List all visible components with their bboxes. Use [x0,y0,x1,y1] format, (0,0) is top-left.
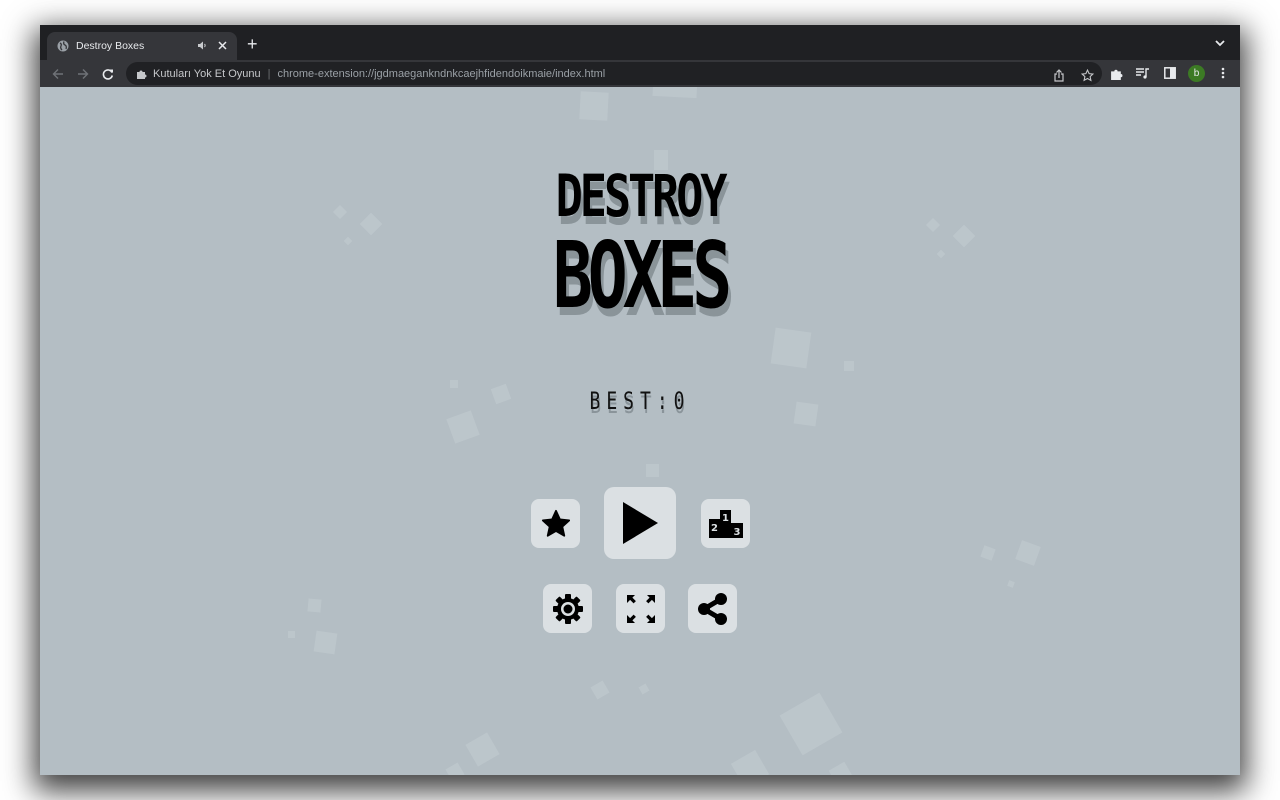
back-button[interactable] [48,64,68,84]
side-panel-icon[interactable] [1161,64,1179,82]
decor-square [288,631,295,638]
arrow-right-icon [78,69,89,79]
share-icon [697,592,727,625]
best-score-value: 0 [673,387,691,415]
podium-digit-2: 2 [711,523,718,534]
tab-strip: Destroy Boxes + [40,25,1240,60]
decor-square [1015,540,1041,566]
reload-button[interactable] [98,64,118,84]
decor-square [579,91,609,121]
decor-square [828,761,854,775]
share-button[interactable] [688,584,737,633]
best-label: BEST: [589,387,674,415]
podium-digit-1: 1 [722,513,729,524]
decor-square [652,87,698,99]
bookmark-star-icon[interactable] [1078,66,1096,84]
decor-square [590,680,610,700]
tab-destroy-boxes[interactable]: Destroy Boxes [47,32,237,60]
decor-square [770,327,812,369]
best-score: BEST:0 [190,387,1090,415]
leaderboard-button[interactable]: 1 2 3 [701,499,750,548]
extension-puzzle-icon [135,68,147,80]
rate-button[interactable] [531,499,580,548]
decor-square [446,410,480,444]
media-queue-icon[interactable] [1134,64,1152,82]
address-bar[interactable]: Kutuları Yok Et Oyunu | chrome-extension… [126,62,1102,85]
globe-icon [57,40,69,52]
gear-icon [552,593,583,624]
chevron-down-icon[interactable] [1214,36,1228,50]
decor-square [646,464,659,477]
podium-icon: 1 2 3 [708,509,743,538]
profile-avatar[interactable]: b [1188,64,1205,82]
extensions-icon[interactable] [1107,64,1125,82]
browser-toolbar: Kutuları Yok Et Oyunu | chrome-extension… [40,60,1240,87]
site-name: Kutuları Yok Et Oyunu [153,67,261,80]
url-text[interactable]: chrome-extension://jgdmaegankndnkcaejhfi… [278,68,606,80]
tab-title: Destroy Boxes [76,40,145,52]
decor-square [445,762,465,775]
game-title-line1: DESTROY [555,162,728,230]
arrow-left-icon [52,69,63,79]
star-icon [541,509,570,537]
decor-square [313,630,338,655]
fullscreen-icon [626,594,655,623]
new-tab-button[interactable]: + [247,35,258,53]
game-title-line2: BOXES [552,222,732,329]
fullscreen-button[interactable] [616,584,665,633]
decor-square [980,545,996,561]
podium-digit-3: 3 [733,527,740,538]
close-tab-icon[interactable] [218,39,227,53]
omnibox-separator: | [267,67,271,80]
share-page-icon[interactable] [1050,66,1068,84]
play-icon [623,502,658,544]
decor-square [307,598,322,613]
game-page[interactable]: DESTROY BOXES BEST:0 1 2 3 [40,87,1240,775]
menu-icon[interactable] [1214,64,1232,82]
decor-square [1007,580,1015,588]
decor-square [779,692,843,756]
settings-button[interactable] [543,584,592,633]
decor-square [730,749,770,775]
decor-square [638,683,650,695]
reload-icon [102,69,114,80]
decor-square [844,361,854,371]
browser-window: Destroy Boxes + Kutuları Yok Et Oyunu | … [40,25,1240,775]
speaker-icon[interactable] [198,41,208,52]
decor-square [465,732,500,767]
play-button[interactable] [604,487,676,559]
forward-button[interactable] [73,64,93,84]
